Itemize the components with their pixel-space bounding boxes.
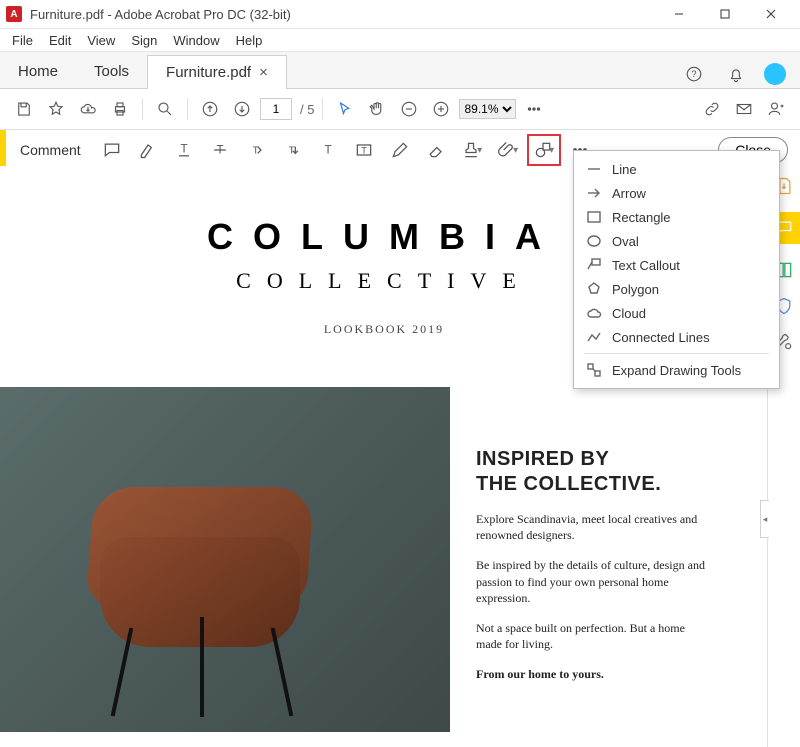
prev-page-icon[interactable]: [196, 95, 224, 123]
zoom-in-icon[interactable]: [427, 95, 455, 123]
highlight-icon[interactable]: [131, 134, 165, 166]
drawing-line[interactable]: Line: [574, 157, 779, 181]
replace-text-icon[interactable]: T: [239, 134, 273, 166]
drawing-polygon[interactable]: Polygon: [574, 277, 779, 301]
maximize-button[interactable]: [702, 0, 748, 28]
text-callout-icon: [586, 257, 602, 273]
svg-text:T: T: [180, 143, 187, 156]
comment-toolbar-label: Comment: [6, 142, 95, 158]
menu-bar: File Edit View Sign Window Help: [0, 29, 800, 52]
drawing-cloud[interactable]: Cloud: [574, 301, 779, 325]
drawing-tools-menu: Line Arrow Rectangle Oval Text Callout P…: [573, 150, 780, 389]
expand-icon: [586, 362, 602, 378]
attachment-icon[interactable]: ▾: [491, 134, 525, 166]
svg-text:T: T: [361, 145, 367, 155]
drawing-rectangle[interactable]: Rectangle: [574, 205, 779, 229]
expand-drawing-tools[interactable]: Expand Drawing Tools: [574, 358, 779, 382]
acrobat-icon: A: [6, 6, 22, 22]
svg-text:T: T: [288, 145, 294, 156]
menu-help[interactable]: Help: [228, 31, 271, 50]
line-icon: [586, 161, 602, 177]
rectangle-icon: [586, 209, 602, 225]
drawing-oval[interactable]: Oval: [574, 229, 779, 253]
menu-edit[interactable]: Edit: [41, 31, 79, 50]
collapse-rail-button[interactable]: ◂: [760, 500, 769, 538]
cloud-shape-icon: [586, 305, 602, 321]
connected-lines-icon: [586, 329, 602, 345]
sticky-note-icon[interactable]: [95, 134, 129, 166]
body-p4: From our home to yours.: [476, 666, 706, 682]
drawing-arrow[interactable]: Arrow: [574, 181, 779, 205]
hand-tool-icon[interactable]: [363, 95, 391, 123]
tab-close-icon[interactable]: ×: [259, 64, 268, 81]
title-bar: A Furniture.pdf - Adobe Acrobat Pro DC (…: [0, 0, 800, 29]
stamp-icon[interactable]: ▾: [455, 134, 489, 166]
oval-icon: [586, 233, 602, 249]
minimize-button[interactable]: [656, 0, 702, 28]
underline-icon[interactable]: T: [167, 134, 201, 166]
help-icon[interactable]: ?: [680, 60, 708, 88]
email-icon[interactable]: [730, 95, 758, 123]
section-heading: INSPIRED BY THE COLLECTIVE.: [476, 447, 748, 497]
cloud-icon[interactable]: [74, 95, 102, 123]
pencil-icon[interactable]: [383, 134, 417, 166]
svg-text:T: T: [324, 143, 331, 156]
close-window-button[interactable]: [748, 0, 794, 28]
select-tool-icon[interactable]: [331, 95, 359, 123]
page-count-label: / 5: [300, 102, 314, 117]
menu-file[interactable]: File: [4, 31, 41, 50]
svg-text:?: ?: [691, 69, 696, 79]
notifications-icon[interactable]: [722, 60, 750, 88]
zoom-out-icon[interactable]: [395, 95, 423, 123]
page-number-input[interactable]: [260, 98, 292, 120]
window-title: Furniture.pdf - Adobe Acrobat Pro DC (32…: [30, 7, 291, 22]
hero-image: [0, 387, 450, 732]
menu-sign[interactable]: Sign: [123, 31, 165, 50]
more-icon[interactable]: [520, 95, 548, 123]
arrow-icon: [586, 185, 602, 201]
tab-document-label: Furniture.pdf: [166, 64, 251, 81]
menu-view[interactable]: View: [79, 31, 123, 50]
drawing-tools-button[interactable]: ▾: [527, 134, 561, 166]
print-icon[interactable]: [106, 95, 134, 123]
next-page-icon[interactable]: [228, 95, 256, 123]
polygon-icon: [586, 281, 602, 297]
tab-tools[interactable]: Tools: [76, 55, 147, 88]
drawing-connected-lines[interactable]: Connected Lines: [574, 325, 779, 349]
account-avatar[interactable]: [764, 63, 786, 85]
main-toolbar: / 5 89.1%: [0, 89, 800, 130]
star-icon[interactable]: [42, 95, 70, 123]
add-person-icon[interactable]: [762, 95, 790, 123]
body-p3: Not a space built on perfection. But a h…: [476, 620, 706, 652]
body-p2: Be inspired by the details of culture, d…: [476, 557, 706, 606]
eraser-icon[interactable]: [419, 134, 453, 166]
save-icon[interactable]: [10, 95, 38, 123]
tab-home[interactable]: Home: [0, 55, 76, 88]
menu-window[interactable]: Window: [165, 31, 227, 50]
tab-strip: Home Tools Furniture.pdf × ?: [0, 52, 800, 89]
strikethrough-icon[interactable]: T: [203, 134, 237, 166]
drawing-text-callout[interactable]: Text Callout: [574, 253, 779, 277]
insert-text-icon[interactable]: T: [275, 134, 309, 166]
add-text-icon[interactable]: T: [311, 134, 345, 166]
find-icon[interactable]: [151, 95, 179, 123]
text-box-icon[interactable]: T: [347, 134, 381, 166]
share-link-icon[interactable]: [698, 95, 726, 123]
zoom-level-select[interactable]: 89.1%: [459, 99, 516, 119]
body-p1: Explore Scandinavia, meet local creative…: [476, 511, 706, 543]
tab-document[interactable]: Furniture.pdf ×: [147, 55, 287, 89]
